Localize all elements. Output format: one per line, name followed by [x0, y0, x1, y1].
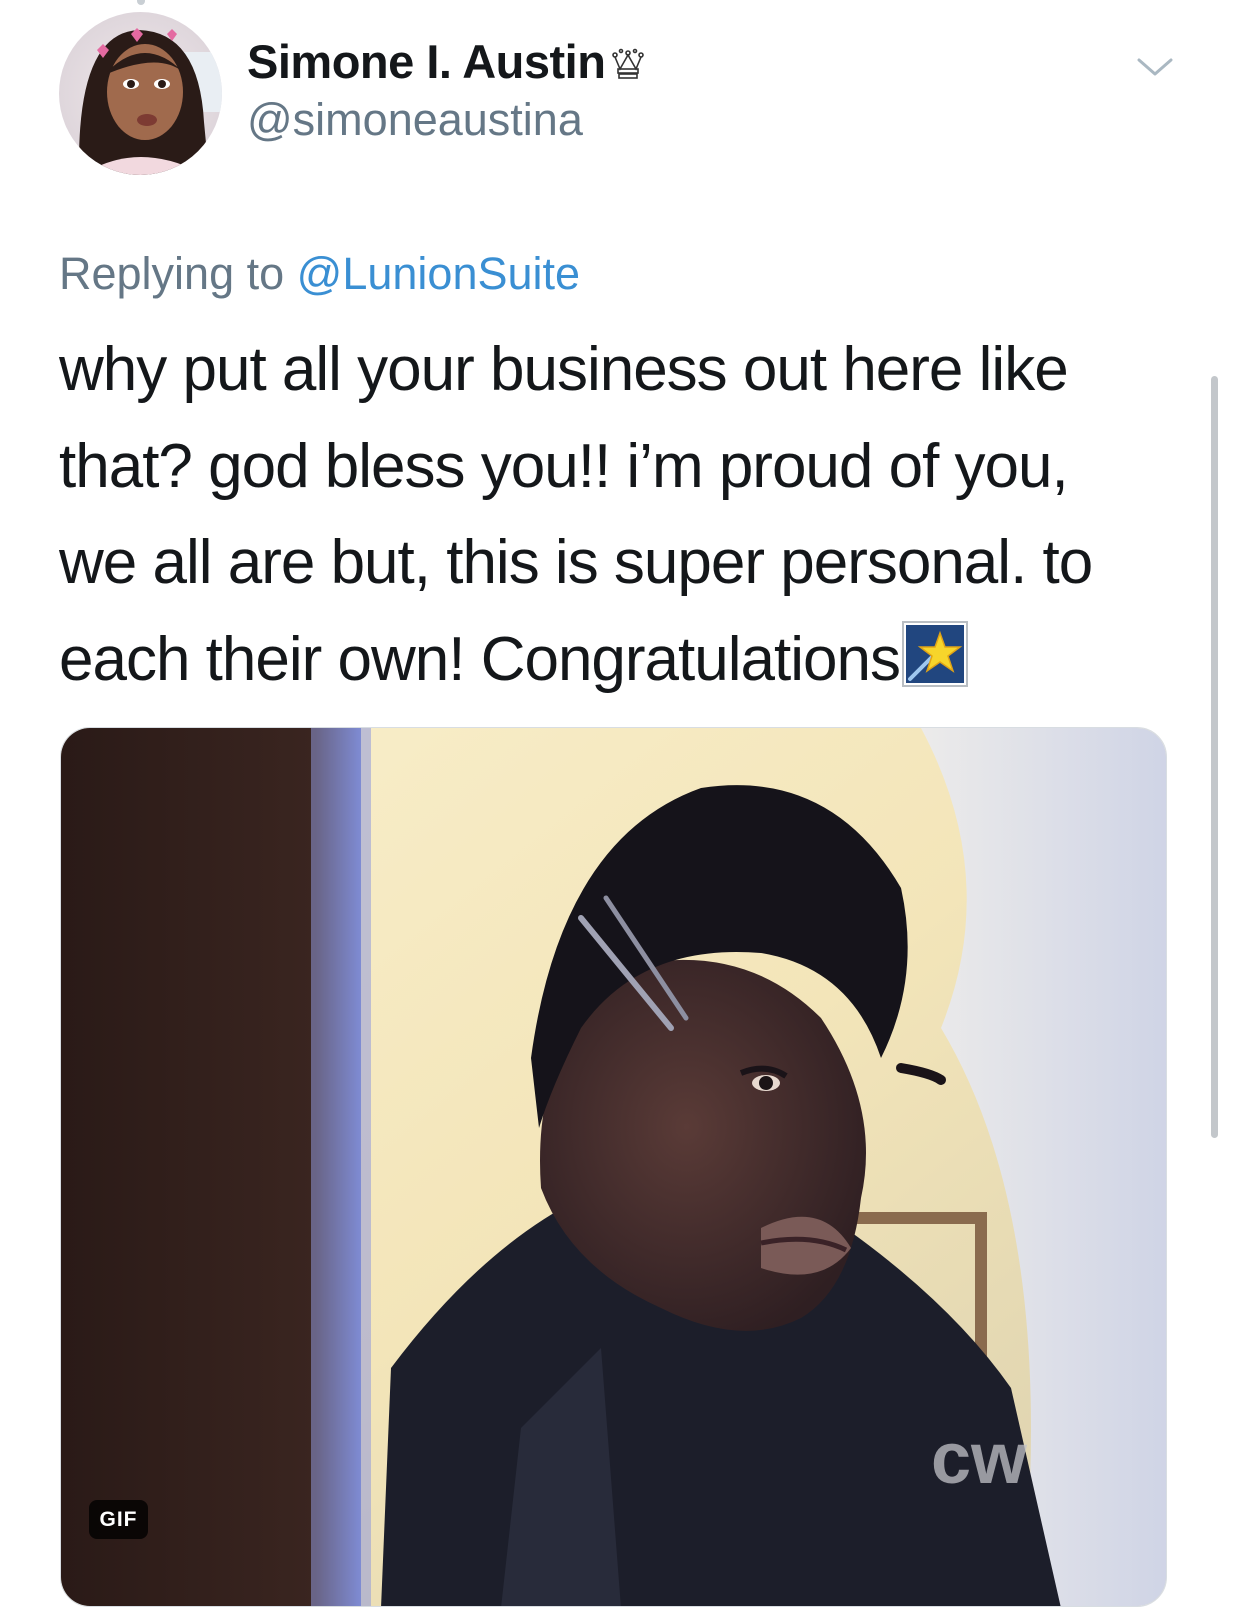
- gif-badge: GIF: [89, 1500, 148, 1539]
- scroll-indicator-dot: [137, 0, 145, 5]
- scrollbar[interactable]: [1211, 376, 1218, 1138]
- tweet-text-line: that? god bless you!! i’m proud of you,: [59, 431, 1069, 501]
- tweet-text-line: why put all your business out here like: [59, 335, 1069, 404]
- cw-watermark: cw: [931, 1419, 1028, 1499]
- tweet-text-line: each their own! Congratulations: [59, 624, 901, 694]
- tweet-text-line-last: each their own! Congratulations: [59, 612, 1169, 709]
- reply-mention-link[interactable]: @LunionSuite: [297, 248, 580, 299]
- reply-prefix: Replying to: [59, 248, 285, 299]
- gif-media[interactable]: cw: [60, 727, 1167, 1607]
- reply-context: Replying to @LunionSuite: [59, 248, 580, 300]
- crown-icon: [612, 48, 645, 79]
- shooting-star-icon: [901, 620, 968, 687]
- display-name-text: Simone I. Austin: [247, 35, 606, 88]
- author-display-name[interactable]: Simone I. Austin: [247, 34, 647, 89]
- tweet-text-line: we all are but, this is super personal. …: [59, 528, 1093, 597]
- author-handle[interactable]: @simoneaustina: [247, 94, 583, 146]
- avatar[interactable]: [59, 12, 222, 175]
- chevron-down-icon[interactable]: [1135, 50, 1175, 82]
- tweet-text: why put all your business out here like …: [59, 322, 1169, 708]
